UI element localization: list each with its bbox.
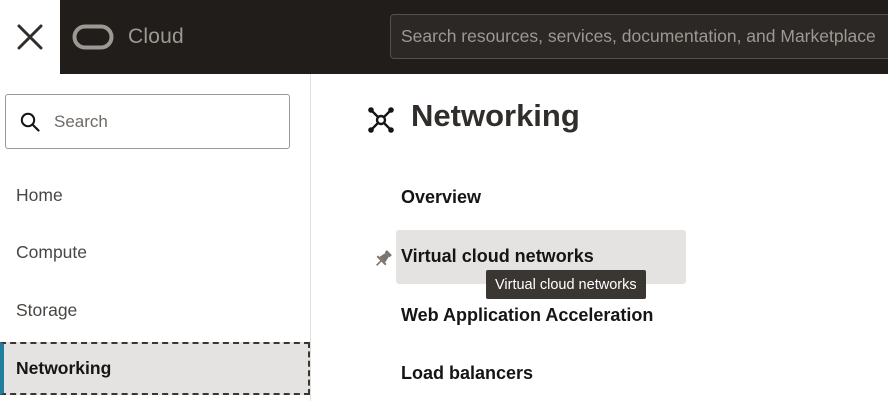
search-icon: [20, 112, 40, 132]
sidebar-item-home[interactable]: Home: [0, 169, 310, 222]
tooltip: Virtual cloud networks: [486, 270, 646, 299]
brand-home-link[interactable]: Cloud: [72, 0, 184, 74]
top-bar: Cloud Search resources, services, docume…: [60, 0, 888, 74]
close-menu-button[interactable]: [0, 0, 60, 74]
page-title: Networking: [411, 98, 580, 133]
close-icon: [17, 24, 43, 50]
link-overview[interactable]: Overview: [401, 187, 481, 208]
sidebar-item-label: Storage: [16, 300, 78, 320]
sidebar-item-label: Networking: [16, 358, 112, 378]
cloud-logo-icon: [72, 24, 114, 50]
global-search-input[interactable]: Search resources, services, documentatio…: [390, 14, 888, 59]
sidebar-item-compute[interactable]: Compute: [0, 226, 310, 279]
sidebar-item-networking[interactable]: Networking: [0, 342, 310, 395]
sidebar-search-placeholder: Search: [54, 111, 108, 131]
brand-text: Cloud: [128, 25, 184, 48]
link-web-application-acceleration[interactable]: Web Application Acceleration: [401, 305, 653, 326]
link-virtual-cloud-networks[interactable]: Virtual cloud networks: [401, 246, 594, 267]
sidebar-item-storage[interactable]: Storage: [0, 284, 310, 337]
pin-icon[interactable]: [372, 248, 394, 270]
sidebar-item-label: Home: [16, 185, 63, 205]
link-load-balancers[interactable]: Load balancers: [401, 363, 533, 384]
sidebar-search-input[interactable]: Search: [5, 94, 290, 149]
sidebar-menu: Search Home Compute Storage Networking: [0, 74, 311, 401]
sidebar-item-label: Compute: [16, 242, 88, 262]
global-search-placeholder: Search resources, services, documentatio…: [401, 26, 876, 46]
networking-icon: [368, 107, 394, 133]
